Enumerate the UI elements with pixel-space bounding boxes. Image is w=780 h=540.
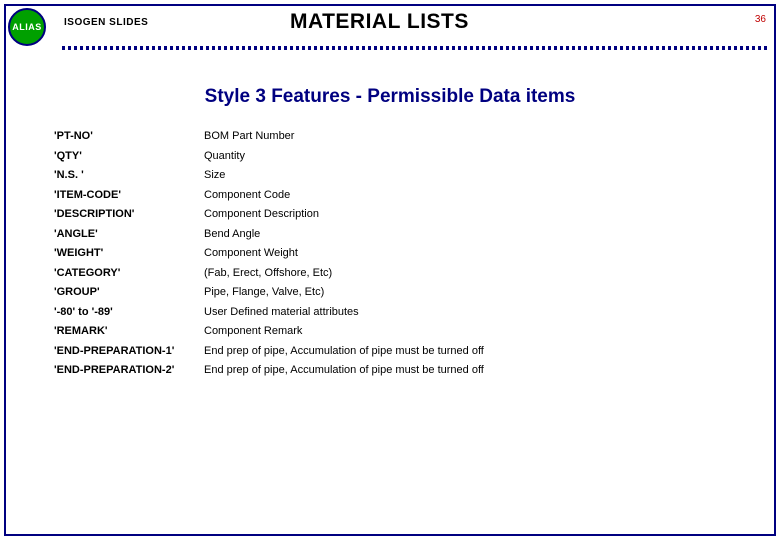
item-val: (Fab, Erect, Offshore, Etc) bbox=[204, 267, 740, 279]
item-key: 'ANGLE' bbox=[54, 228, 204, 240]
item-key: 'GROUP' bbox=[54, 286, 204, 298]
item-val: Component Remark bbox=[204, 325, 740, 337]
table-row: 'DESCRIPTION' Component Description bbox=[54, 208, 740, 220]
header-label: ISOGEN SLIDES bbox=[64, 17, 148, 28]
data-items-table: 'PT-NO' BOM Part Number 'QTY' Quantity '… bbox=[54, 130, 740, 384]
table-row: 'WEIGHT' Component Weight bbox=[54, 247, 740, 259]
item-key: 'END-PREPARATION-1' bbox=[54, 345, 204, 357]
item-val: User Defined material attributes bbox=[204, 306, 740, 318]
table-row: 'END-PREPARATION-2' End prep of pipe, Ac… bbox=[54, 364, 740, 376]
item-key: 'PT-NO' bbox=[54, 130, 204, 142]
item-key: 'END-PREPARATION-2' bbox=[54, 364, 204, 376]
page-number: 36 bbox=[755, 14, 766, 25]
page-title: MATERIAL LISTS bbox=[290, 10, 469, 34]
item-key: 'REMARK' bbox=[54, 325, 204, 337]
item-key: '-80' to '-89' bbox=[54, 306, 204, 318]
table-row: '-80' to '-89' User Defined material att… bbox=[54, 306, 740, 318]
item-val: Size bbox=[204, 169, 740, 181]
item-val: Component Description bbox=[204, 208, 740, 220]
item-key: 'CATEGORY' bbox=[54, 267, 204, 279]
item-key: 'QTY' bbox=[54, 150, 204, 162]
item-val: Component Weight bbox=[204, 247, 740, 259]
table-row: 'CATEGORY' (Fab, Erect, Offshore, Etc) bbox=[54, 267, 740, 279]
item-key: 'DESCRIPTION' bbox=[54, 208, 204, 220]
table-row: 'GROUP' Pipe, Flange, Valve, Etc) bbox=[54, 286, 740, 298]
item-key: 'N.S. ' bbox=[54, 169, 204, 181]
item-key: 'ITEM-CODE' bbox=[54, 189, 204, 201]
table-row: 'ANGLE' Bend Angle bbox=[54, 228, 740, 240]
divider bbox=[62, 46, 770, 50]
item-val: BOM Part Number bbox=[204, 130, 740, 142]
item-val: Component Code bbox=[204, 189, 740, 201]
subtitle: Style 3 Features - Permissible Data item… bbox=[0, 86, 780, 108]
item-val: Bend Angle bbox=[204, 228, 740, 240]
item-val: Pipe, Flange, Valve, Etc) bbox=[204, 286, 740, 298]
item-val: End prep of pipe, Accumulation of pipe m… bbox=[204, 345, 740, 357]
item-val: End prep of pipe, Accumulation of pipe m… bbox=[204, 364, 740, 376]
table-row: 'REMARK' Component Remark bbox=[54, 325, 740, 337]
slide-header: ALIAS ISOGEN SLIDES MATERIAL LISTS 36 bbox=[0, 0, 780, 42]
item-key: 'WEIGHT' bbox=[54, 247, 204, 259]
table-row: 'N.S. ' Size bbox=[54, 169, 740, 181]
table-row: 'QTY' Quantity bbox=[54, 150, 740, 162]
alias-logo: ALIAS bbox=[8, 8, 46, 46]
item-val: Quantity bbox=[204, 150, 740, 162]
table-row: 'END-PREPARATION-1' End prep of pipe, Ac… bbox=[54, 345, 740, 357]
table-row: 'ITEM-CODE' Component Code bbox=[54, 189, 740, 201]
table-row: 'PT-NO' BOM Part Number bbox=[54, 130, 740, 142]
logo-text: ALIAS bbox=[12, 22, 42, 32]
